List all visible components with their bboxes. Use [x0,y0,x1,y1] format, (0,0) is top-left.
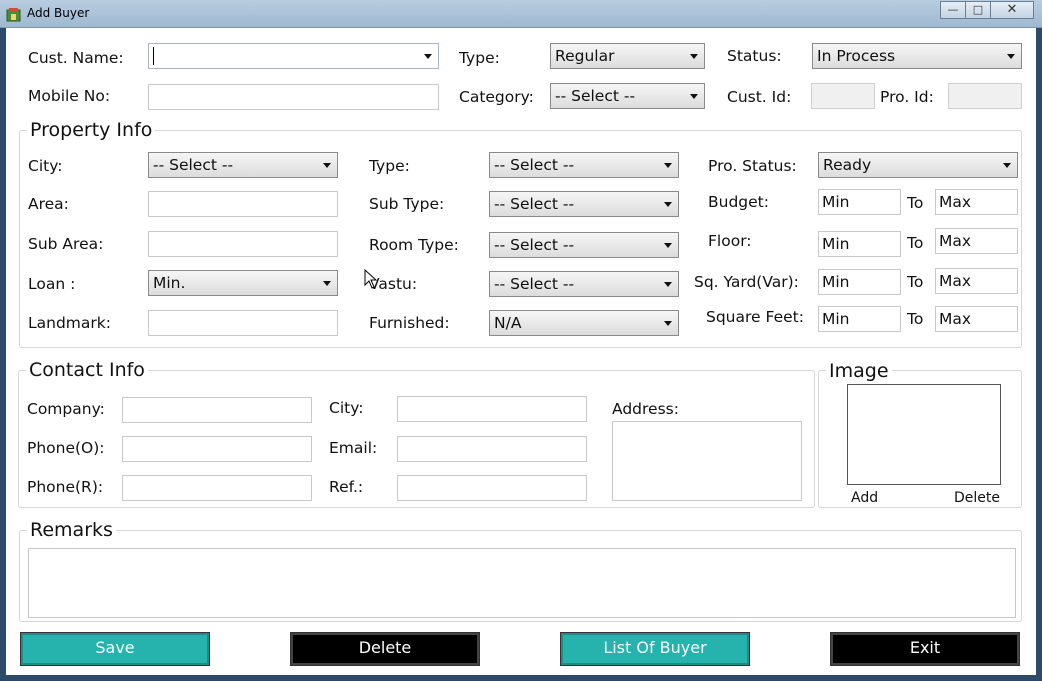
company-input[interactable] [122,397,312,423]
property-type-label: Type: [369,157,410,175]
city-select[interactable]: -- Select -- [148,152,338,178]
chevron-down-icon [664,243,672,248]
company-label: Company: [27,400,105,418]
cust-name-combo[interactable] [148,43,439,69]
pro-status-select[interactable]: Ready [818,152,1018,178]
type-select[interactable]: Regular [550,43,705,69]
landmark-input[interactable] [148,310,338,336]
contact-city-label: City: [329,399,364,417]
address-textarea[interactable] [612,421,802,501]
email-input[interactable] [397,436,587,462]
status-select[interactable]: In Process [812,43,1022,69]
mobile-input[interactable] [148,84,439,110]
address-label: Address: [612,400,679,418]
chevron-down-icon [323,281,331,286]
phone-r-input[interactable] [122,475,312,501]
chevron-down-icon [664,202,672,207]
buyer-image-placeholder [847,384,1001,485]
contact-info-header: Contact Info [26,359,148,381]
chevron-down-icon [1007,54,1015,59]
loan-label: Loan : [28,275,76,293]
email-label: Email: [329,439,378,457]
chevron-down-icon [424,54,432,59]
sub-area-label: Sub Area: [28,235,104,253]
category-select[interactable]: -- Select -- [550,83,705,109]
landmark-label: Landmark: [28,314,111,332]
window-title: Add Buyer [27,6,90,20]
pro-status-label: Pro. Status: [708,157,797,175]
floor-min-input[interactable]: Min [818,231,901,257]
phone-o-label: Phone(O): [27,439,105,457]
delete-button[interactable]: Delete [290,632,480,666]
minimize-icon[interactable]: — [940,1,966,19]
furnished-label: Furnished: [369,314,450,332]
floor-label: Floor: [708,232,752,250]
vastu-select[interactable]: -- Select -- [489,271,679,297]
chevron-down-icon [323,163,331,168]
phone-o-input[interactable] [122,436,312,462]
area-input[interactable] [148,191,338,217]
cust-id-label: Cust. Id: [727,88,792,106]
pro-id-label: Pro. Id: [880,88,934,106]
city-label: City: [28,157,63,175]
status-label: Status: [727,47,782,65]
mouse-pointer-icon [364,269,378,289]
list-of-buyer-button[interactable]: List Of Buyer [560,632,750,666]
mobile-label: Mobile No: [28,87,111,105]
title-bar: Add Buyer — □ ✕ [0,0,1042,28]
sq-yard-min-input[interactable]: Min [818,269,901,295]
sub-type-select[interactable]: -- Select -- [489,191,679,217]
text-caret [153,47,154,65]
floor-to-label: To [907,234,924,252]
sq-yard-max-input[interactable]: Max [935,268,1018,294]
pro-id-field [948,83,1022,109]
add-buyer-form: Cust. Name: Type: Regular Status: In Pro… [6,28,1036,675]
remarks-header: Remarks [27,519,116,541]
budget-label: Budget: [708,193,769,211]
cust-id-field [811,83,875,109]
contact-city-input[interactable] [397,396,587,422]
furnished-select[interactable]: N/A [489,310,679,336]
budget-min-input[interactable]: Min [818,189,901,215]
chevron-down-icon [1003,163,1011,168]
budget-max-input[interactable]: Max [935,189,1018,215]
app-icon [6,8,21,22]
add-image-link[interactable]: Add [851,490,878,506]
chevron-down-icon [690,94,698,99]
area-label: Area: [28,195,69,213]
chevron-down-icon [664,163,672,168]
category-label: Category: [459,88,534,106]
square-feet-max-input[interactable]: Max [935,306,1018,332]
ref-label: Ref.: [329,478,364,496]
sq-yard-to-label: To [907,273,924,291]
property-type-select[interactable]: -- Select -- [489,152,679,178]
floor-max-input[interactable]: Max [935,228,1018,254]
delete-image-link[interactable]: Delete [954,490,1000,506]
property-info-header: Property Info [27,119,156,141]
room-type-select[interactable]: -- Select -- [489,232,679,258]
image-header: Image [826,360,892,382]
loan-select[interactable]: Min. [148,270,338,296]
sub-area-input[interactable] [148,231,338,257]
remarks-textarea[interactable] [28,548,1016,618]
type-label: Type: [459,49,500,67]
square-feet-label: Square Feet: [706,308,804,326]
chevron-down-icon [664,282,672,287]
square-feet-min-input[interactable]: Min [818,306,901,332]
room-type-label: Room Type: [369,236,459,254]
ref-input[interactable] [397,475,587,501]
sub-type-label: Sub Type: [369,195,445,213]
square-feet-to-label: To [907,310,924,328]
phone-r-label: Phone(R): [27,478,104,496]
sq-yard-label: Sq. Yard(Var): [694,273,799,291]
chevron-down-icon [690,54,698,59]
close-icon[interactable]: ✕ [990,1,1034,19]
cust-name-label: Cust. Name: [28,49,124,67]
budget-to-label: To [907,194,924,212]
chevron-down-icon [664,321,672,326]
exit-button[interactable]: Exit [830,632,1020,666]
maximize-icon[interactable]: □ [965,1,991,19]
save-button[interactable]: Save [20,632,210,666]
